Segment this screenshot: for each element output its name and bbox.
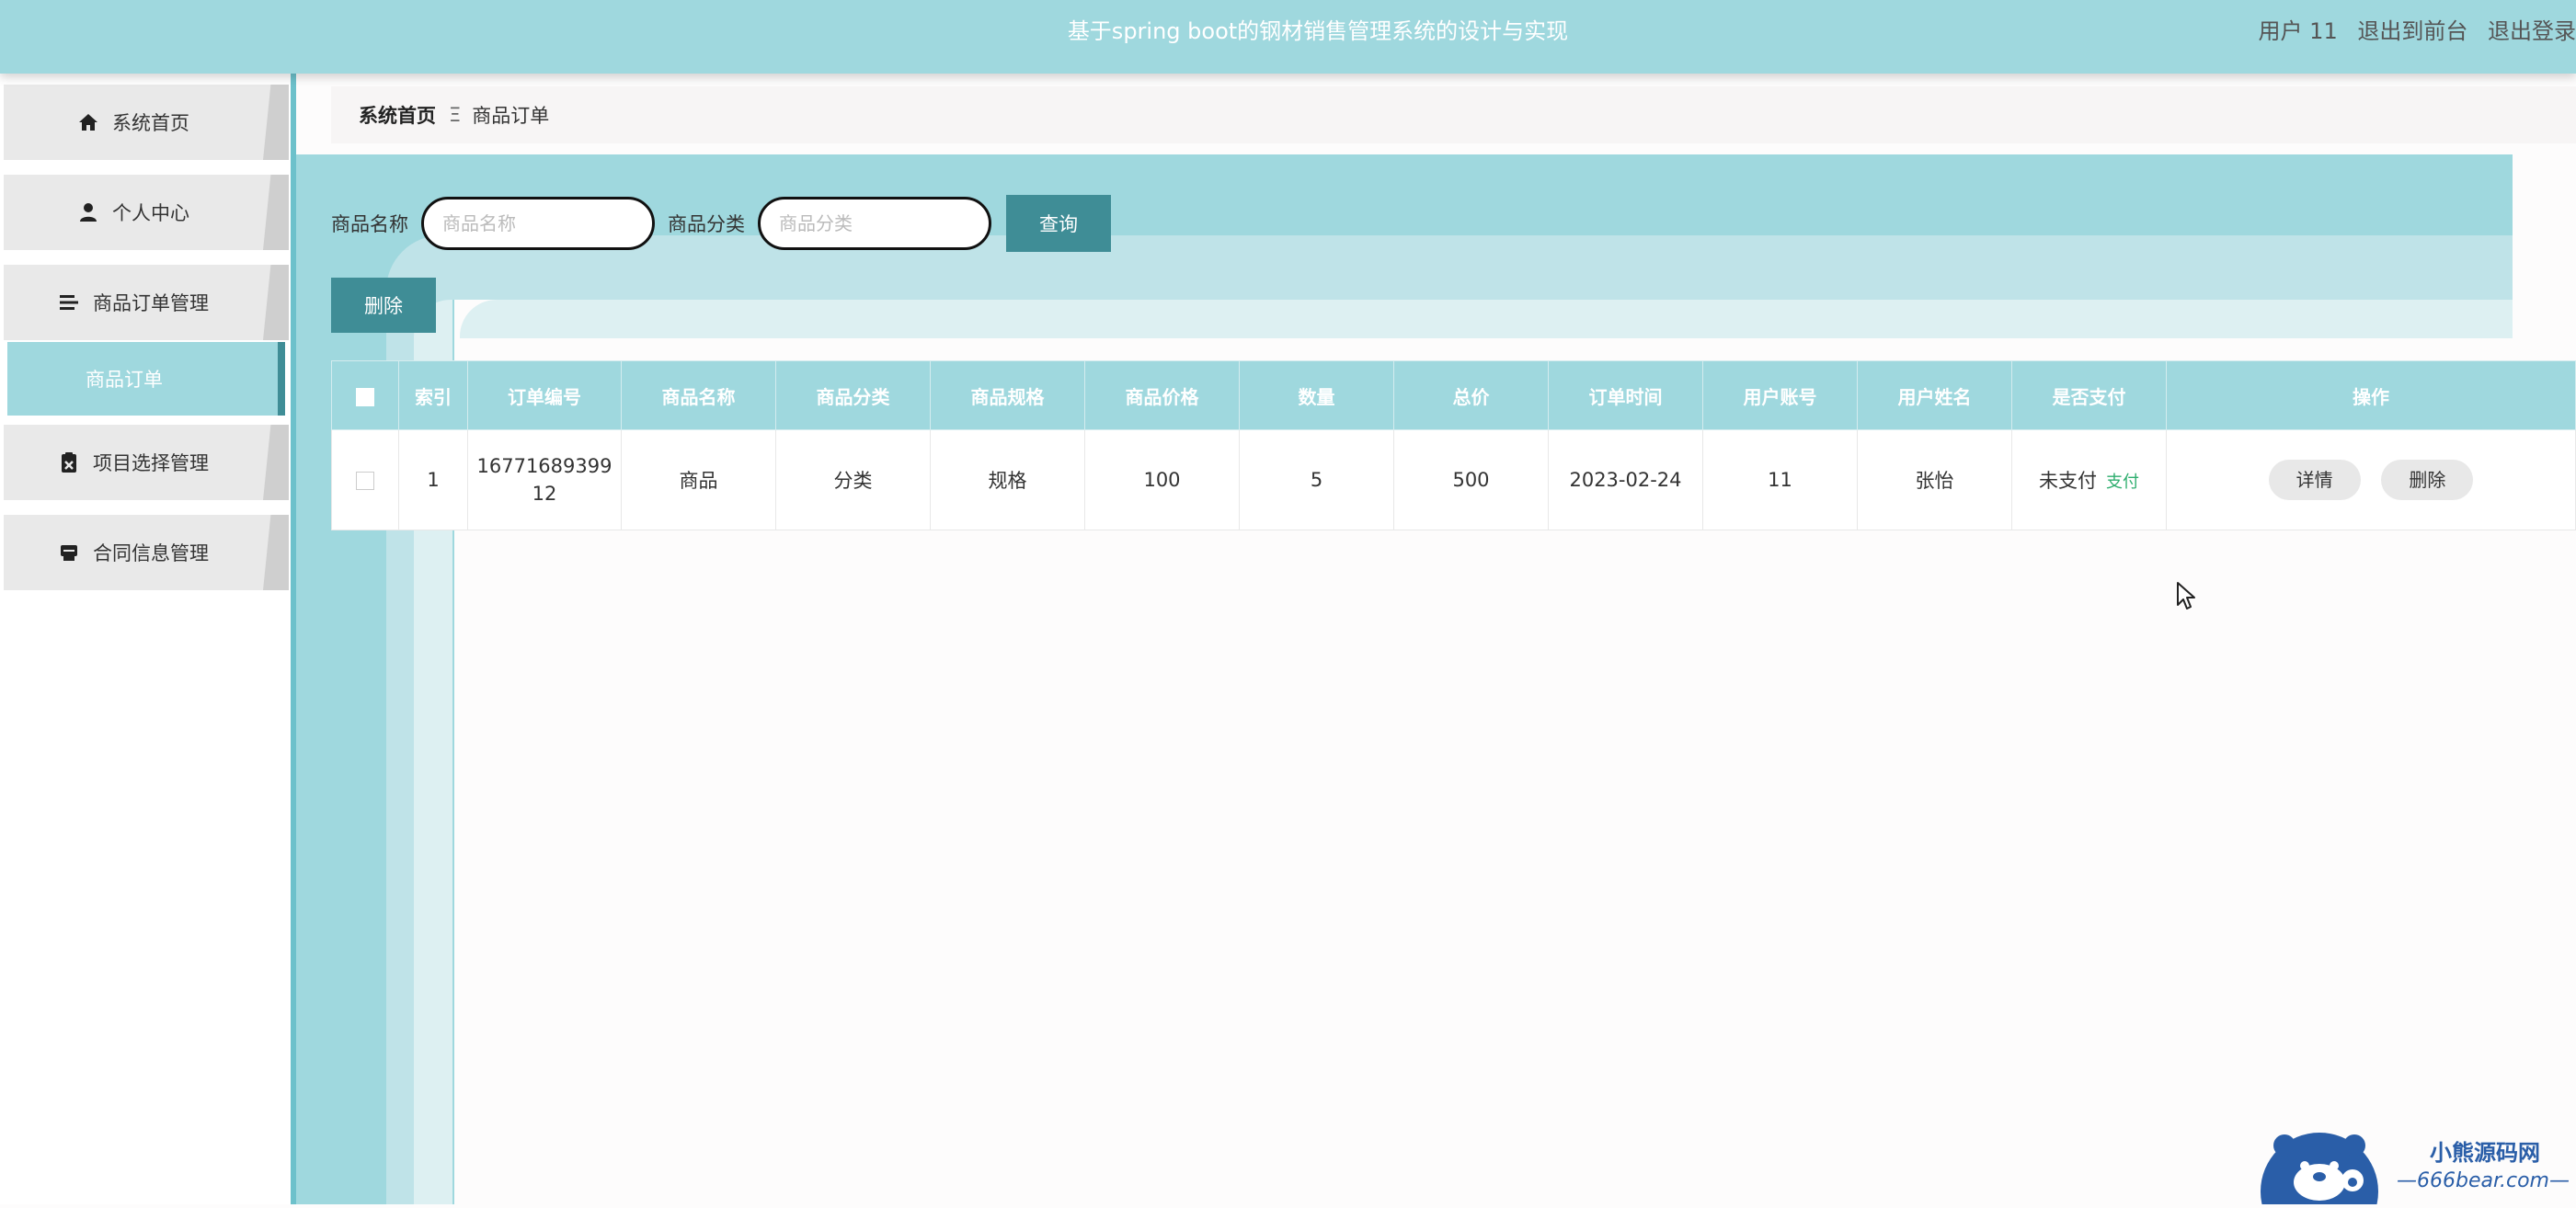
order-no-line: 12 [532, 483, 557, 505]
pay-status-text: 未支付 [2039, 470, 2097, 492]
sidebar-item-home[interactable]: 系统首页 [4, 85, 289, 160]
sidebar: 系统首页 个人中心 商品订单管理 商品订单 项目选择管理 合同信息管理 [0, 74, 291, 1204]
query-button[interactable]: 查询 [1006, 195, 1111, 252]
column-header: 订单时间 [1548, 360, 1703, 430]
logout-link[interactable]: 退出登录 [2488, 18, 2576, 44]
orders-table: 索引 订单编号 商品名称 商品分类 商品规格 商品价格 数量 总价 订单时间 用… [331, 360, 2576, 530]
order-no-line: 16771689399 [476, 455, 613, 477]
bear-logo-icon [2261, 1133, 2378, 1208]
breadcrumb-separator: Ξ [449, 104, 462, 126]
column-header: 商品价格 [1084, 360, 1240, 430]
product-category-input[interactable] [758, 197, 991, 250]
select-all-header [331, 360, 399, 430]
sidebar-item-label: 个人中心 [112, 202, 189, 224]
column-header: 商品规格 [930, 360, 1085, 430]
breadcrumb-current: 商品订单 [472, 105, 550, 127]
watermark-url: —666bear.com— [2397, 1169, 2570, 1192]
exit-to-frontend-link[interactable]: 退出到前台 [2357, 18, 2467, 44]
column-header: 是否支付 [2011, 360, 2167, 430]
sidebar-item-project-selection[interactable]: 项目选择管理 [4, 425, 289, 500]
cell-operations: 详情 删除 [2166, 429, 2576, 530]
printer-icon [61, 545, 77, 561]
column-header: 索引 [398, 360, 468, 430]
table-row: 1 16771689399 12 商品 分类 规格 100 5 500 2023… [331, 429, 2576, 530]
cell-user-name: 张怡 [1857, 429, 2012, 530]
cell-pay-status: 未支付 支付 [2011, 429, 2167, 530]
column-header: 用户姓名 [1857, 360, 2012, 430]
sidebar-item-label: 项目选择管理 [93, 452, 209, 474]
menu-icon [60, 295, 78, 310]
sidebar-item-label: 商品订单管理 [93, 292, 209, 314]
cell-category: 分类 [775, 429, 931, 530]
sidebar-item-personal-center[interactable]: 个人中心 [4, 175, 289, 250]
sidebar-item-contract-info[interactable]: 合同信息管理 [4, 515, 289, 590]
cell-price: 100 [1084, 429, 1240, 530]
cell-spec: 规格 [930, 429, 1085, 530]
column-header: 商品分类 [775, 360, 931, 430]
sidebar-item-order-management[interactable]: 商品订单管理 [4, 265, 289, 340]
cell-total: 500 [1393, 429, 1549, 530]
breadcrumb-home[interactable]: 系统首页 [359, 101, 436, 129]
select-all-checkbox[interactable] [356, 387, 374, 406]
cell-index: 1 [398, 429, 468, 530]
home-icon [79, 114, 97, 131]
user-icon [80, 203, 97, 222]
mouse-pointer-icon [2177, 582, 2195, 610]
header-user-area: 用户 11 退出到前台 退出登录 [2259, 0, 2576, 74]
row-select-cell [331, 429, 399, 530]
detail-button[interactable]: 详情 [2268, 460, 2361, 500]
search-form: 商品名称 商品分类 查询 [331, 195, 1111, 252]
cell-product-name: 商品 [621, 429, 776, 530]
pay-link[interactable]: 支付 [2106, 473, 2139, 492]
cell-account: 11 [1702, 429, 1858, 530]
decorative-band [460, 300, 2513, 338]
product-name-input[interactable] [421, 197, 655, 250]
system-title: 基于spring boot的钢材销售管理系统的设计与实现 [1067, 18, 1569, 44]
column-header: 用户账号 [1702, 360, 1858, 430]
row-checkbox[interactable] [356, 472, 374, 490]
sidebar-item-label: 合同信息管理 [93, 542, 209, 564]
watermark-title: 小熊源码网 [2430, 1140, 2540, 1166]
cell-order-time: 2023-02-24 [1548, 429, 1703, 530]
sidebar-item-label: 系统首页 [112, 112, 189, 134]
cell-quantity: 5 [1239, 429, 1394, 530]
clipboard-icon [62, 452, 76, 473]
column-header: 数量 [1239, 360, 1394, 430]
top-header: 基于spring boot的钢材销售管理系统的设计与实现 用户 11 退出到前台… [0, 0, 2576, 74]
row-delete-button[interactable]: 删除 [2381, 460, 2474, 500]
column-header: 总价 [1393, 360, 1549, 430]
cell-order-no: 16771689399 12 [467, 429, 622, 530]
current-user: 用户 11 [2258, 18, 2338, 44]
product-category-label: 商品分类 [668, 213, 745, 235]
table-header-row: 索引 订单编号 商品名称 商品分类 商品规格 商品价格 数量 总价 订单时间 用… [331, 360, 2576, 430]
breadcrumb: 系统首页 Ξ 商品订单 [331, 86, 2576, 143]
batch-delete-button[interactable]: 删除 [331, 278, 436, 333]
column-header: 商品名称 [621, 360, 776, 430]
sidebar-subitem-product-orders[interactable]: 商品订单 [7, 342, 285, 416]
watermark: 小熊源码网 —666bear.com— [2257, 1125, 2576, 1208]
column-header: 订单编号 [467, 360, 622, 430]
column-header: 操作 [2166, 360, 2576, 430]
product-name-label: 商品名称 [331, 213, 408, 235]
